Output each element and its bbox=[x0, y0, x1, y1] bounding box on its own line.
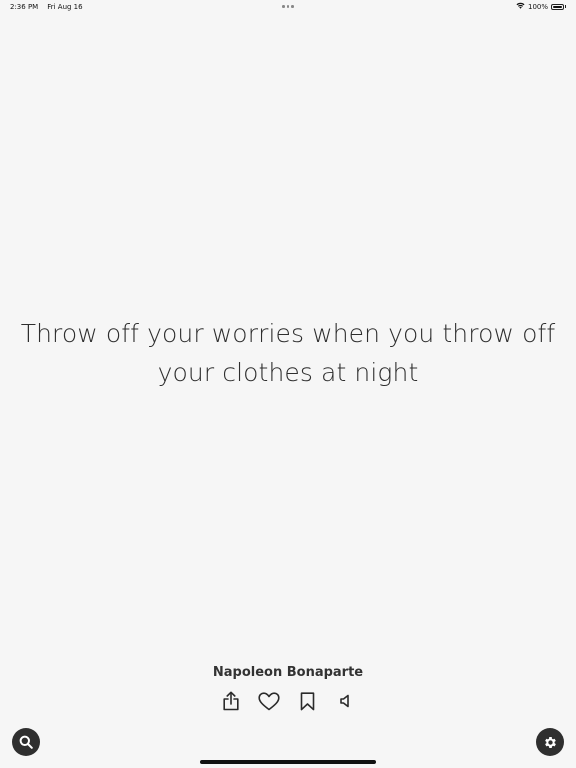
status-date: Fri Aug 16 bbox=[47, 3, 83, 11]
search-icon bbox=[19, 735, 33, 749]
share-button[interactable] bbox=[212, 688, 250, 714]
like-button[interactable] bbox=[250, 688, 288, 714]
quote-actions bbox=[0, 688, 576, 714]
status-right: 100% bbox=[516, 2, 566, 11]
bookmark-icon bbox=[300, 691, 314, 710]
speaker-icon bbox=[340, 694, 349, 708]
quote-text: Throw off your worries when you throw of… bbox=[20, 319, 556, 387]
home-indicator[interactable] bbox=[200, 760, 376, 764]
search-button[interactable] bbox=[12, 728, 40, 756]
bookmark-button[interactable] bbox=[288, 688, 326, 714]
heart-icon bbox=[258, 691, 280, 710]
quote-screen: 2:36 PM Fri Aug 16 100% Throw off your w… bbox=[0, 0, 576, 768]
wifi-icon bbox=[516, 2, 525, 11]
multitasking-dots-icon[interactable] bbox=[282, 5, 294, 8]
battery-percent: 100% bbox=[527, 2, 548, 11]
battery-icon bbox=[551, 3, 564, 10]
share-icon bbox=[223, 691, 239, 711]
settings-button[interactable] bbox=[536, 728, 564, 756]
status-bar: 2:36 PM Fri Aug 16 100% bbox=[0, 0, 576, 14]
gear-icon bbox=[544, 736, 556, 748]
quote-author: Napoleon Bonaparte bbox=[212, 665, 364, 680]
status-left: 2:36 PM Fri Aug 16 bbox=[10, 3, 83, 11]
battery-cap bbox=[565, 5, 566, 8]
status-time: 2:36 PM bbox=[10, 3, 39, 11]
speak-button[interactable] bbox=[326, 688, 364, 714]
